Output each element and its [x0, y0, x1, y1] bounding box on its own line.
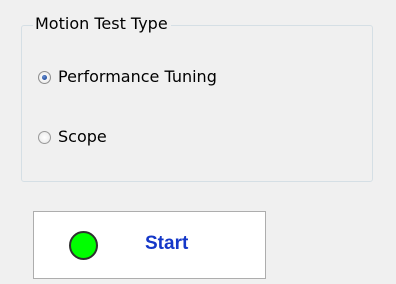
green-led-icon [69, 231, 98, 260]
radio-label-performance-tuning[interactable]: Performance Tuning [58, 67, 217, 87]
radio-label-scope[interactable]: Scope [58, 127, 107, 147]
motion-test-panel: Motion Test Type Performance Tuning Scop… [0, 0, 396, 284]
start-button[interactable]: Start [33, 211, 266, 279]
radio-scope[interactable]: Scope [38, 127, 107, 147]
radio-checked-icon[interactable] [38, 70, 51, 84]
radio-performance-tuning[interactable]: Performance Tuning [38, 67, 217, 87]
motion-test-type-groupbox [21, 25, 373, 182]
start-button-label[interactable]: Start [145, 232, 188, 256]
radio-unchecked-icon[interactable] [38, 130, 51, 144]
groupbox-title: Motion Test Type [33, 14, 171, 34]
